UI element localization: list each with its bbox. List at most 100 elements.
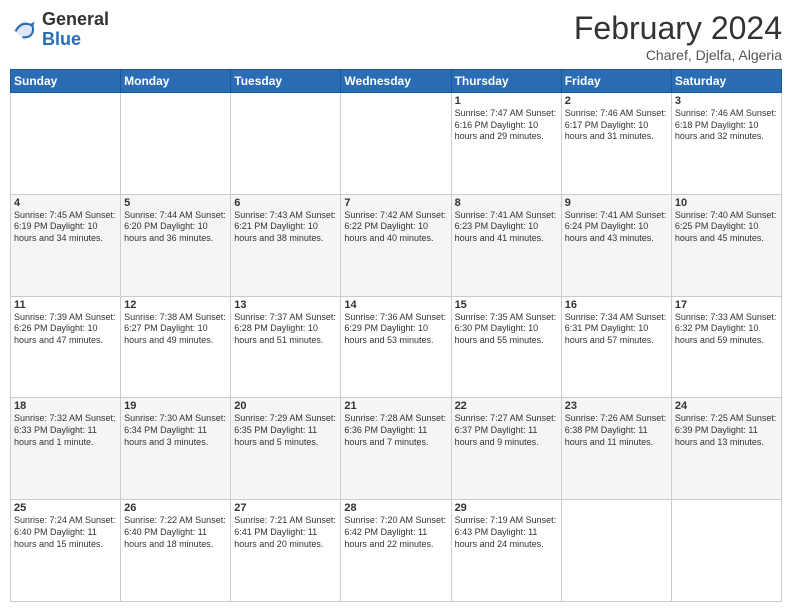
col-saturday: Saturday xyxy=(671,70,781,93)
day-cell-2-3: 14Sunrise: 7:36 AM Sunset: 6:29 PM Dayli… xyxy=(341,296,451,398)
day-number-21: 21 xyxy=(344,400,447,412)
calendar-table: Sunday Monday Tuesday Wednesday Thursday… xyxy=(10,69,782,602)
day-info-15: Sunrise: 7:35 AM Sunset: 6:30 PM Dayligh… xyxy=(455,312,558,347)
day-number-3: 3 xyxy=(675,95,778,107)
day-info-23: Sunrise: 7:26 AM Sunset: 6:38 PM Dayligh… xyxy=(565,413,668,448)
day-info-10: Sunrise: 7:40 AM Sunset: 6:25 PM Dayligh… xyxy=(675,210,778,245)
day-info-6: Sunrise: 7:43 AM Sunset: 6:21 PM Dayligh… xyxy=(234,210,337,245)
day-number-14: 14 xyxy=(344,299,447,311)
day-info-12: Sunrise: 7:38 AM Sunset: 6:27 PM Dayligh… xyxy=(124,312,227,347)
day-cell-1-5: 9Sunrise: 7:41 AM Sunset: 6:24 PM Daylig… xyxy=(561,194,671,296)
day-cell-0-3 xyxy=(341,93,451,195)
day-info-11: Sunrise: 7:39 AM Sunset: 6:26 PM Dayligh… xyxy=(14,312,117,347)
day-number-17: 17 xyxy=(675,299,778,311)
day-cell-0-4: 1Sunrise: 7:47 AM Sunset: 6:16 PM Daylig… xyxy=(451,93,561,195)
day-cell-4-4: 29Sunrise: 7:19 AM Sunset: 6:43 PM Dayli… xyxy=(451,500,561,602)
logo-icon xyxy=(10,16,38,44)
logo-blue: Blue xyxy=(42,30,109,50)
day-info-24: Sunrise: 7:25 AM Sunset: 6:39 PM Dayligh… xyxy=(675,413,778,448)
day-info-5: Sunrise: 7:44 AM Sunset: 6:20 PM Dayligh… xyxy=(124,210,227,245)
day-cell-2-0: 11Sunrise: 7:39 AM Sunset: 6:26 PM Dayli… xyxy=(11,296,121,398)
day-cell-3-0: 18Sunrise: 7:32 AM Sunset: 6:33 PM Dayli… xyxy=(11,398,121,500)
day-number-8: 8 xyxy=(455,197,558,209)
day-number-9: 9 xyxy=(565,197,668,209)
day-number-1: 1 xyxy=(455,95,558,107)
day-info-26: Sunrise: 7:22 AM Sunset: 6:40 PM Dayligh… xyxy=(124,515,227,550)
day-number-27: 27 xyxy=(234,502,337,514)
day-info-13: Sunrise: 7:37 AM Sunset: 6:28 PM Dayligh… xyxy=(234,312,337,347)
calendar-header-row: Sunday Monday Tuesday Wednesday Thursday… xyxy=(11,70,782,93)
day-number-29: 29 xyxy=(455,502,558,514)
day-info-7: Sunrise: 7:42 AM Sunset: 6:22 PM Dayligh… xyxy=(344,210,447,245)
day-info-8: Sunrise: 7:41 AM Sunset: 6:23 PM Dayligh… xyxy=(455,210,558,245)
logo-general: General xyxy=(42,10,109,30)
day-number-25: 25 xyxy=(14,502,117,514)
header: General Blue February 2024 Charef, Djelf… xyxy=(10,10,782,63)
day-cell-0-5: 2Sunrise: 7:46 AM Sunset: 6:17 PM Daylig… xyxy=(561,93,671,195)
day-cell-2-6: 17Sunrise: 7:33 AM Sunset: 6:32 PM Dayli… xyxy=(671,296,781,398)
day-cell-4-5 xyxy=(561,500,671,602)
day-info-9: Sunrise: 7:41 AM Sunset: 6:24 PM Dayligh… xyxy=(565,210,668,245)
day-number-13: 13 xyxy=(234,299,337,311)
title-block: February 2024 Charef, Djelfa, Algeria xyxy=(574,10,782,63)
col-friday: Friday xyxy=(561,70,671,93)
day-number-20: 20 xyxy=(234,400,337,412)
col-wednesday: Wednesday xyxy=(341,70,451,93)
day-info-17: Sunrise: 7:33 AM Sunset: 6:32 PM Dayligh… xyxy=(675,312,778,347)
day-number-4: 4 xyxy=(14,197,117,209)
day-cell-2-4: 15Sunrise: 7:35 AM Sunset: 6:30 PM Dayli… xyxy=(451,296,561,398)
day-info-14: Sunrise: 7:36 AM Sunset: 6:29 PM Dayligh… xyxy=(344,312,447,347)
day-number-7: 7 xyxy=(344,197,447,209)
col-monday: Monday xyxy=(121,70,231,93)
day-cell-1-1: 5Sunrise: 7:44 AM Sunset: 6:20 PM Daylig… xyxy=(121,194,231,296)
day-cell-2-2: 13Sunrise: 7:37 AM Sunset: 6:28 PM Dayli… xyxy=(231,296,341,398)
day-info-28: Sunrise: 7:20 AM Sunset: 6:42 PM Dayligh… xyxy=(344,515,447,550)
day-number-15: 15 xyxy=(455,299,558,311)
day-cell-3-5: 23Sunrise: 7:26 AM Sunset: 6:38 PM Dayli… xyxy=(561,398,671,500)
day-number-2: 2 xyxy=(565,95,668,107)
title-month: February 2024 xyxy=(574,10,782,47)
day-info-3: Sunrise: 7:46 AM Sunset: 6:18 PM Dayligh… xyxy=(675,108,778,143)
day-cell-0-2 xyxy=(231,93,341,195)
day-cell-0-6: 3Sunrise: 7:46 AM Sunset: 6:18 PM Daylig… xyxy=(671,93,781,195)
day-number-24: 24 xyxy=(675,400,778,412)
day-cell-3-6: 24Sunrise: 7:25 AM Sunset: 6:39 PM Dayli… xyxy=(671,398,781,500)
day-cell-3-4: 22Sunrise: 7:27 AM Sunset: 6:37 PM Dayli… xyxy=(451,398,561,500)
day-number-12: 12 xyxy=(124,299,227,311)
day-cell-1-4: 8Sunrise: 7:41 AM Sunset: 6:23 PM Daylig… xyxy=(451,194,561,296)
day-info-16: Sunrise: 7:34 AM Sunset: 6:31 PM Dayligh… xyxy=(565,312,668,347)
day-number-11: 11 xyxy=(14,299,117,311)
logo-text: General Blue xyxy=(42,10,109,50)
day-cell-4-1: 26Sunrise: 7:22 AM Sunset: 6:40 PM Dayli… xyxy=(121,500,231,602)
day-cell-1-2: 6Sunrise: 7:43 AM Sunset: 6:21 PM Daylig… xyxy=(231,194,341,296)
week-row-4: 25Sunrise: 7:24 AM Sunset: 6:40 PM Dayli… xyxy=(11,500,782,602)
week-row-0: 1Sunrise: 7:47 AM Sunset: 6:16 PM Daylig… xyxy=(11,93,782,195)
day-cell-3-3: 21Sunrise: 7:28 AM Sunset: 6:36 PM Dayli… xyxy=(341,398,451,500)
title-location: Charef, Djelfa, Algeria xyxy=(574,47,782,63)
page: General Blue February 2024 Charef, Djelf… xyxy=(0,0,792,612)
day-info-18: Sunrise: 7:32 AM Sunset: 6:33 PM Dayligh… xyxy=(14,413,117,448)
day-cell-3-1: 19Sunrise: 7:30 AM Sunset: 6:34 PM Dayli… xyxy=(121,398,231,500)
col-tuesday: Tuesday xyxy=(231,70,341,93)
week-row-3: 18Sunrise: 7:32 AM Sunset: 6:33 PM Dayli… xyxy=(11,398,782,500)
day-number-22: 22 xyxy=(455,400,558,412)
day-number-16: 16 xyxy=(565,299,668,311)
day-number-26: 26 xyxy=(124,502,227,514)
day-number-23: 23 xyxy=(565,400,668,412)
week-row-2: 11Sunrise: 7:39 AM Sunset: 6:26 PM Dayli… xyxy=(11,296,782,398)
day-number-6: 6 xyxy=(234,197,337,209)
day-number-28: 28 xyxy=(344,502,447,514)
day-info-4: Sunrise: 7:45 AM Sunset: 6:19 PM Dayligh… xyxy=(14,210,117,245)
day-cell-1-3: 7Sunrise: 7:42 AM Sunset: 6:22 PM Daylig… xyxy=(341,194,451,296)
col-thursday: Thursday xyxy=(451,70,561,93)
day-number-10: 10 xyxy=(675,197,778,209)
day-info-29: Sunrise: 7:19 AM Sunset: 6:43 PM Dayligh… xyxy=(455,515,558,550)
day-info-1: Sunrise: 7:47 AM Sunset: 6:16 PM Dayligh… xyxy=(455,108,558,143)
day-cell-3-2: 20Sunrise: 7:29 AM Sunset: 6:35 PM Dayli… xyxy=(231,398,341,500)
day-info-20: Sunrise: 7:29 AM Sunset: 6:35 PM Dayligh… xyxy=(234,413,337,448)
day-cell-2-5: 16Sunrise: 7:34 AM Sunset: 6:31 PM Dayli… xyxy=(561,296,671,398)
day-cell-1-0: 4Sunrise: 7:45 AM Sunset: 6:19 PM Daylig… xyxy=(11,194,121,296)
day-info-22: Sunrise: 7:27 AM Sunset: 6:37 PM Dayligh… xyxy=(455,413,558,448)
logo: General Blue xyxy=(10,10,109,50)
day-number-18: 18 xyxy=(14,400,117,412)
